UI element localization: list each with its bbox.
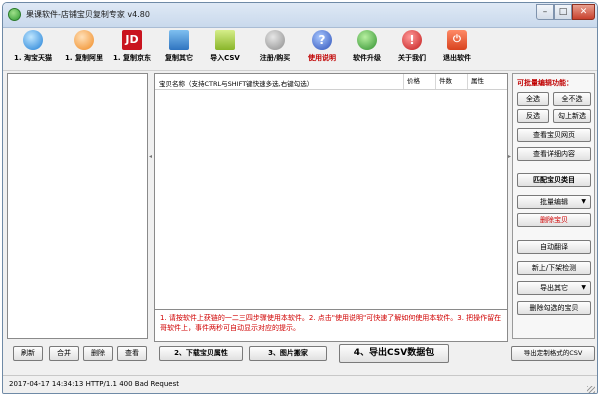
qq-penguin-icon <box>23 30 43 50</box>
view-button[interactable]: 查看 <box>117 346 147 361</box>
exit-icon: ⏻ <box>447 30 467 50</box>
alibaba-icon <box>74 30 94 50</box>
delete-items-button[interactable]: 删除宝贝 <box>517 213 591 227</box>
view-item-detail-button[interactable]: 查看详细内容 <box>517 147 591 161</box>
shop-list-panel[interactable] <box>7 73 148 339</box>
batch-edit-panel: 可批量编辑功能： 全选 全不选 反选 勾上新选 查看宝贝网页 查看详细内容 匹配… <box>512 73 595 339</box>
batch-edit-dropdown[interactable]: 批量编辑 ▼ <box>517 195 591 209</box>
table-header: 宝贝名称（支持CTRL与SHIFT键快速多选,右键勾选） 价格 件数 属性 <box>155 74 507 90</box>
refresh-button[interactable]: 刷新 <box>13 346 43 361</box>
help-icon: ? <box>312 30 332 50</box>
window-title: 果课软件-店铺宝贝复制专家 v4.80 <box>26 10 150 19</box>
download-attributes-button[interactable]: 2、下载宝贝属性 <box>159 346 243 361</box>
app-window: 果课软件-店铺宝贝复制专家 v4.80 – □ ✕ 1. 淘宝天猫 1. 复制阿… <box>2 2 598 394</box>
toolbar-label: 关于我们 <box>398 54 426 62</box>
deselect-all-button[interactable]: 全不选 <box>553 92 591 106</box>
toolbar-label: 1. 淘宝天猫 <box>14 54 52 62</box>
toolbar-register-buy-button[interactable]: 注册/购买 <box>253 30 297 63</box>
export-custom-csv-button[interactable]: 导出定制格式的CSV <box>511 346 595 361</box>
toolbar-help-button[interactable]: ? 使用说明 <box>300 30 344 63</box>
export-other-label: 导出其它 <box>540 284 568 292</box>
auto-translate-button[interactable]: 自动翻译 <box>517 240 591 254</box>
chevron-down-icon: ▼ <box>581 198 586 205</box>
title-bar: 果课软件-店铺宝贝复制专家 v4.80 – □ ✕ <box>3 3 597 28</box>
toolbar-label: 退出软件 <box>443 54 471 62</box>
column-header-name[interactable]: 宝贝名称（支持CTRL与SHIFT键快速多选,右键勾选） <box>159 78 313 88</box>
toolbar-label: 使用说明 <box>308 54 336 62</box>
check-selected-button[interactable]: 勾上新选 <box>553 109 591 123</box>
image-migration-button[interactable]: 3、图片搬家 <box>249 346 327 361</box>
csv-import-icon <box>215 30 235 50</box>
toolbar-copy-alibaba-button[interactable]: 1. 复制阿里 <box>59 30 109 63</box>
chevron-down-icon: ▼ <box>581 284 586 291</box>
merge-button[interactable]: 合并 <box>49 346 79 361</box>
toolbar-import-csv-button[interactable]: 导入CSV <box>203 30 247 63</box>
main-toolbar: 1. 淘宝天猫 1. 复制阿里 JD 1. 复制京东 复制其它 导入CSV 注册… <box>3 28 597 71</box>
match-category-button[interactable]: 匹配宝贝类目 <box>517 173 591 187</box>
toolbar-taobao-tmall-button[interactable]: 1. 淘宝天猫 <box>5 30 61 63</box>
close-button[interactable]: ✕ <box>572 4 595 20</box>
toolbar-label: 1. 复制京东 <box>113 54 151 62</box>
toolbar-label: 1. 复制阿里 <box>65 54 103 62</box>
column-header-attr[interactable]: 属性 <box>467 74 507 89</box>
key-icon <box>265 30 285 50</box>
toolbar-exit-button[interactable]: ⏻ 退出软件 <box>435 30 479 63</box>
about-icon: ! <box>402 30 422 50</box>
toolbar-label: 软件升级 <box>353 54 381 62</box>
delete-checked-button[interactable]: 删除勾选的宝贝 <box>517 301 591 315</box>
status-bar: 2017-04-17 14:34:13 HTTP/1.1 400 Bad Req… <box>3 375 597 393</box>
select-all-button[interactable]: 全选 <box>517 92 549 106</box>
jd-logo-icon: JD <box>122 30 142 50</box>
view-item-page-button[interactable]: 查看宝贝网页 <box>517 128 591 142</box>
app-logo-icon <box>8 8 21 21</box>
column-header-qty[interactable]: 件数 <box>435 74 467 89</box>
resize-grip-icon[interactable] <box>587 386 595 393</box>
computer-icon <box>169 30 189 50</box>
toolbar-update-button[interactable]: 软件升级 <box>345 30 389 63</box>
usage-notice: 1. 请按软件上获链的一二三四步骤使用本软件。2. 点击"使用说明"可快速了解如… <box>154 310 508 342</box>
listing-check-button[interactable]: 新上/下架检测 <box>517 261 591 275</box>
batch-edit-label: 批量编辑 <box>540 198 568 206</box>
left-splitter-handle[interactable]: ◂ <box>149 153 153 165</box>
export-csv-button[interactable]: 4、导出CSV数据包 <box>339 344 449 363</box>
invert-selection-button[interactable]: 反选 <box>517 109 549 123</box>
toolbar-copy-jd-button[interactable]: JD 1. 复制京东 <box>107 30 157 63</box>
column-header-price[interactable]: 价格 <box>403 74 435 89</box>
update-globe-icon <box>357 30 377 50</box>
toolbar-label: 复制其它 <box>165 54 193 62</box>
toolbar-label: 导入CSV <box>210 54 240 62</box>
toolbar-copy-other-button[interactable]: 复制其它 <box>157 30 201 63</box>
delete-button[interactable]: 删除 <box>83 346 113 361</box>
export-other-dropdown[interactable]: 导出其它 ▼ <box>517 281 591 295</box>
minimize-button[interactable]: – <box>536 4 554 20</box>
product-table[interactable]: 宝贝名称（支持CTRL与SHIFT键快速多选,右键勾选） 价格 件数 属性 <box>154 73 508 310</box>
batch-edit-title: 可批量编辑功能： <box>517 79 573 87</box>
toolbar-label: 注册/购买 <box>259 54 291 62</box>
toolbar-about-button[interactable]: ! 关于我们 <box>390 30 434 63</box>
status-text: 2017-04-17 14:34:13 HTTP/1.1 400 Bad Req… <box>9 380 179 388</box>
maximize-button[interactable]: □ <box>554 4 572 20</box>
